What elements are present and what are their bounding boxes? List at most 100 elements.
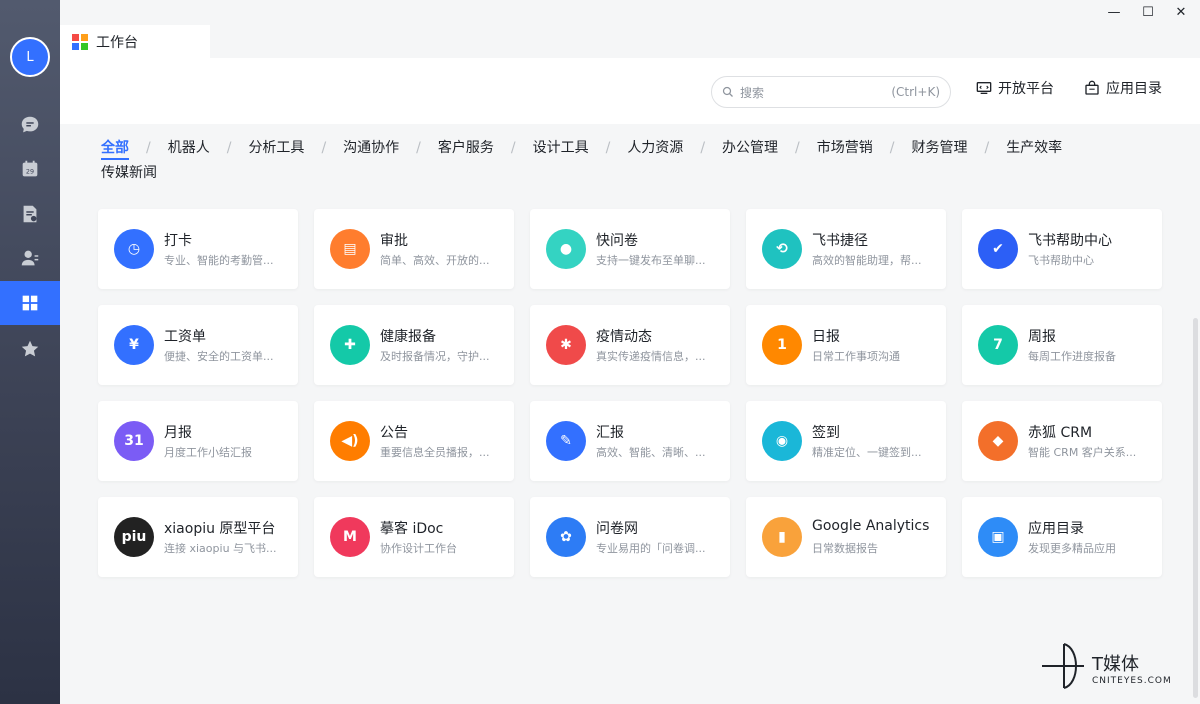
scrollbar[interactable] — [1193, 318, 1198, 698]
category-tab[interactable]: 机器人 — [168, 136, 210, 161]
rail-item-calendar[interactable]: 29 — [0, 147, 60, 191]
chat-bubble-icon — [21, 116, 39, 133]
app-description: 简单、高效、开放的... — [380, 254, 490, 267]
app-icon: ¥ — [114, 325, 154, 365]
app-card[interactable]: ◀) 公告 重要信息全员播报，... — [314, 401, 514, 481]
contacts-icon — [21, 250, 39, 266]
app-icon: ▤ — [330, 229, 370, 269]
app-card[interactable]: ◆ 赤狐 CRM 智能 CRM 客户关系... — [962, 401, 1162, 481]
category-tab[interactable]: 生产效率 — [1006, 136, 1062, 161]
grid-apps-icon — [22, 295, 38, 311]
app-description: 协作设计工作台 — [380, 542, 457, 555]
app-card[interactable]: ▣ 应用目录 发现更多精品应用 — [962, 497, 1162, 577]
app-directory-label: 应用目录 — [1106, 81, 1162, 97]
app-name: 赤狐 CRM — [1028, 425, 1093, 441]
app-card[interactable]: ✔ 飞书帮助中心 飞书帮助中心 — [962, 209, 1162, 289]
category-separator: / — [795, 140, 800, 156]
category-tab[interactable]: 设计工具 — [533, 136, 589, 161]
app-description: 月度工作小结汇报 — [164, 446, 252, 459]
category-tab[interactable]: 全部 — [101, 138, 129, 160]
search-input[interactable]: 搜索 (Ctrl+K) — [711, 76, 951, 108]
app-description: 智能 CRM 客户关系... — [1028, 446, 1137, 459]
app-name: Google Analytics — [812, 518, 930, 534]
app-name: 公告 — [380, 425, 408, 441]
open-platform-button[interactable]: 开放平台 — [976, 78, 1054, 98]
tab-title: 工作台 — [96, 34, 138, 51]
app-card[interactable]: M 摹客 iDoc 协作设计工作台 — [314, 497, 514, 577]
search-placeholder: 搜索 — [740, 85, 765, 100]
rail-item-docs[interactable] — [0, 192, 60, 236]
category-tab[interactable]: 市场营销 — [817, 136, 873, 161]
app-card[interactable]: 31 月报 月度工作小结汇报 — [98, 401, 298, 481]
app-icon: 1 — [762, 325, 802, 365]
app-card[interactable]: ✚ 健康报备及时报备情况，守护... — [314, 305, 514, 385]
app-description: 连接 xiaopiu 与飞书... — [164, 542, 277, 555]
maximize-button[interactable]: ☐ — [1139, 3, 1157, 21]
calendar-icon: 29 — [22, 160, 38, 177]
app-icon: ▣ — [978, 517, 1018, 557]
app-icon: ▮ — [762, 517, 802, 557]
left-navigation-rail: L 29 — [0, 0, 60, 704]
app-name: 应用目录 — [1028, 521, 1084, 537]
app-name: xiaopiu 原型平台 — [164, 521, 276, 537]
app-name: 疫情动态 — [596, 329, 652, 345]
app-icon: M — [330, 517, 370, 557]
app-icon: ◷ — [114, 229, 154, 269]
minimize-button[interactable]: — — [1105, 3, 1123, 21]
app-description: 专业易用的「问卷调... — [596, 542, 706, 555]
app-description: 及时报备情况，守护... — [380, 350, 490, 363]
category-separator: / — [321, 140, 327, 156]
app-card[interactable]: ⟲ 飞书捷径 高效的智能助理，帮... — [746, 209, 946, 289]
app-icon: ● — [546, 229, 586, 269]
app-description: 高效的智能助理，帮... — [812, 254, 922, 267]
category-tab[interactable]: 财务管理 — [911, 136, 967, 161]
category-tab[interactable]: 传媒新闻 — [101, 161, 157, 186]
app-card[interactable]: ● 快问卷 支持一键发布至单聊... — [530, 209, 730, 289]
category-tab[interactable]: 办公管理 — [722, 136, 778, 161]
app-description: 每周工作进度报备 — [1028, 350, 1116, 363]
tab-workplace[interactable]: 工作台 — [60, 25, 210, 58]
app-card[interactable]: ¥ 工资单便捷、安全的工资单... — [98, 305, 298, 385]
title-bar — [60, 0, 1200, 58]
app-name: 打卡 — [164, 233, 192, 249]
category-separator: / — [700, 140, 706, 156]
watermark-site: CNITEYES.COM — [1092, 676, 1172, 686]
rail-item-workplace[interactable] — [0, 281, 60, 325]
app-card[interactable]: piu xiaopiu 原型平台 连接 xiaopiu 与飞书... — [98, 497, 298, 577]
app-name: 工资单 — [164, 329, 206, 345]
rail-item-contacts[interactable] — [0, 236, 60, 280]
category-tab[interactable]: 沟通协作 — [343, 136, 399, 161]
app-card[interactable]: ✱ 疫情动态 真实传递疫情信息，... — [530, 305, 730, 385]
app-description: 重要信息全员播报，... — [380, 446, 490, 459]
app-icon: ✚ — [330, 325, 370, 365]
app-card[interactable]: ✎ 汇报 高效、智能、清晰、... — [530, 401, 730, 481]
app-name: 签到 — [812, 425, 840, 441]
category-tab[interactable]: 人力资源 — [627, 136, 683, 161]
app-card[interactable]: 1 日报 日常工作事项沟通 — [746, 305, 946, 385]
search-icon — [722, 86, 733, 97]
app-name: 审批 — [380, 233, 408, 249]
app-card[interactable]: ✿ 问卷网 专业易用的「问卷调... — [530, 497, 730, 577]
app-icon: piu — [114, 517, 154, 557]
avatar[interactable]: L — [10, 37, 50, 77]
app-directory-button[interactable]: 应用目录 — [1084, 78, 1162, 98]
app-card[interactable]: ▤ 审批简单、高效、开放的... — [314, 209, 514, 289]
app-name: 健康报备 — [380, 329, 436, 345]
app-card[interactable]: ◷ 打卡 专业、智能的考勤管... — [98, 209, 298, 289]
app-description: 便捷、安全的工资单... — [164, 350, 274, 363]
search-shortcut: (Ctrl+K) — [891, 85, 940, 99]
watermark-mark-icon — [1042, 643, 1084, 689]
category-tab[interactable]: 客户服务 — [438, 136, 494, 161]
app-icon: ✿ — [546, 517, 586, 557]
app-card[interactable]: ◉ 签到 精准定位、一键签到... — [746, 401, 946, 481]
rail-item-favorites[interactable] — [0, 327, 60, 371]
app-card[interactable]: 7 周报 每周工作进度报备 — [962, 305, 1162, 385]
close-button[interactable]: ✕ — [1172, 3, 1190, 21]
rail-item-messages[interactable] — [0, 103, 60, 147]
app-card[interactable]: ▮ Google Analytics 日常数据报告 — [746, 497, 946, 577]
app-name: 月报 — [164, 425, 192, 441]
category-separator: / — [984, 140, 990, 156]
category-tab[interactable]: 分析工具 — [248, 136, 304, 161]
avatar-initial: L — [26, 49, 34, 65]
star-icon — [21, 340, 39, 357]
